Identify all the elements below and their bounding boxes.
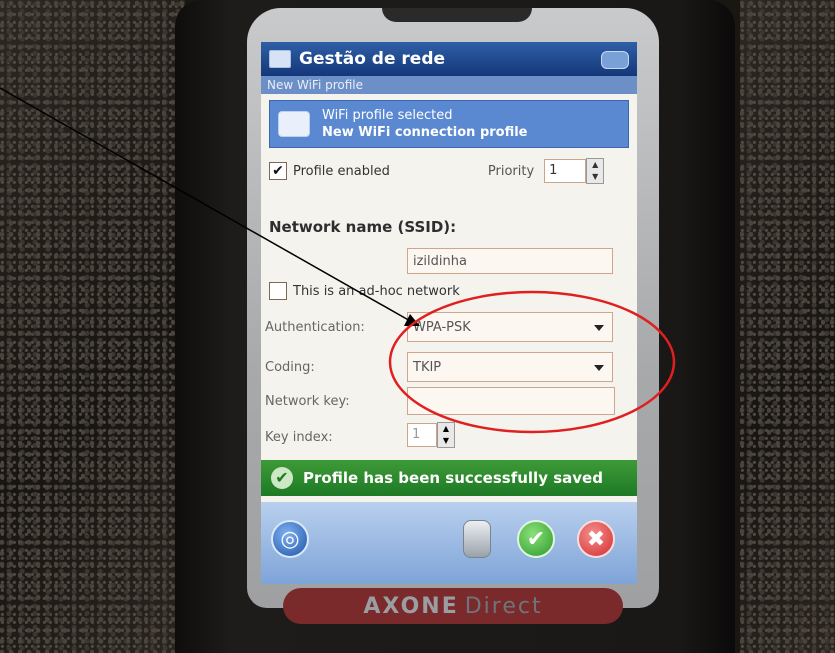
priority-label: Priority [487, 163, 535, 179]
device-screen: Gestão de rede New WiFi profile WiFi pro… [261, 42, 637, 584]
ok-button[interactable] [601, 51, 629, 69]
spinner-up-icon[interactable]: ▲ [587, 159, 603, 171]
ssid-input[interactable]: izildinha [407, 248, 613, 274]
authentication-label: Authentication: [265, 320, 365, 335]
coding-select[interactable]: TKIP [407, 352, 613, 382]
priority-spinner-buttons[interactable]: ▲ ▼ [586, 158, 605, 184]
background-stone-right [740, 0, 835, 653]
profile-banner: WiFi profile selected New WiFi connectio… [269, 100, 629, 148]
close-icon[interactable]: ✖ [577, 520, 615, 558]
background-stone-left [0, 0, 185, 653]
adhoc-row: This is an ad-hoc network [269, 282, 460, 300]
adhoc-label: This is an ad-hoc network [293, 283, 460, 299]
profile-enabled-checkbox[interactable]: ✔ [269, 162, 287, 180]
network-key-label: Network key: [265, 394, 350, 409]
brand-word1: AXONE [363, 593, 459, 619]
status-bar: ✔ Profile has been successfully saved [261, 460, 637, 496]
spinner-up-icon[interactable]: ▲ [438, 423, 454, 435]
title-bar: Gestão de rede [261, 42, 637, 76]
profile-enabled-row: ✔ Profile enabled Priority 1 ▲ ▼ [269, 158, 629, 184]
banner-text: WiFi profile selected New WiFi connectio… [322, 107, 528, 141]
ssid-section-label: Network name (SSID): [269, 218, 457, 236]
profile-enabled-label: Profile enabled [293, 163, 390, 179]
window-title: Gestão de rede [299, 49, 446, 69]
globe-icon[interactable]: ◎ [271, 520, 309, 558]
wifi-card-icon [278, 111, 310, 137]
phone-icon[interactable] [463, 520, 491, 558]
authentication-value: WPA-PSK [413, 320, 471, 335]
priority-spinner[interactable]: 1 ▲ ▼ [544, 158, 605, 184]
window-subtitle: New WiFi profile [261, 76, 637, 94]
coding-label: Coding: [265, 360, 315, 375]
chevron-down-icon [594, 365, 604, 371]
key-index-input[interactable]: 1 [407, 423, 437, 447]
device-body: Gestão de rede New WiFi profile WiFi pro… [175, 0, 735, 653]
spinner-down-icon[interactable]: ▼ [438, 435, 454, 447]
spinner-down-icon[interactable]: ▼ [587, 171, 603, 183]
priority-input[interactable]: 1 [544, 159, 587, 183]
success-check-icon: ✔ [271, 467, 293, 489]
network-key-input[interactable] [407, 387, 615, 415]
key-index-spinner[interactable]: 1 ▲ ▼ [407, 422, 455, 448]
banner-line1: WiFi profile selected [322, 108, 453, 123]
check-icon[interactable]: ✔ [517, 520, 555, 558]
authentication-select[interactable]: WPA-PSK [407, 312, 613, 342]
status-message: Profile has been successfully saved [303, 469, 603, 487]
brand-plate: AXONE Direct [283, 588, 623, 624]
banner-line2: New WiFi connection profile [322, 125, 528, 140]
window-icon [269, 50, 291, 68]
bezel-top-notch [382, 8, 532, 22]
coding-value: TKIP [413, 360, 442, 375]
key-index-label: Key index: [265, 430, 333, 445]
adhoc-checkbox[interactable] [269, 282, 287, 300]
key-index-spinner-buttons[interactable]: ▲ ▼ [437, 422, 455, 448]
bottom-toolbar: ◎ ✔ ✖ [261, 502, 637, 584]
chevron-down-icon [594, 325, 604, 331]
brand-word2: Direct [464, 593, 543, 619]
